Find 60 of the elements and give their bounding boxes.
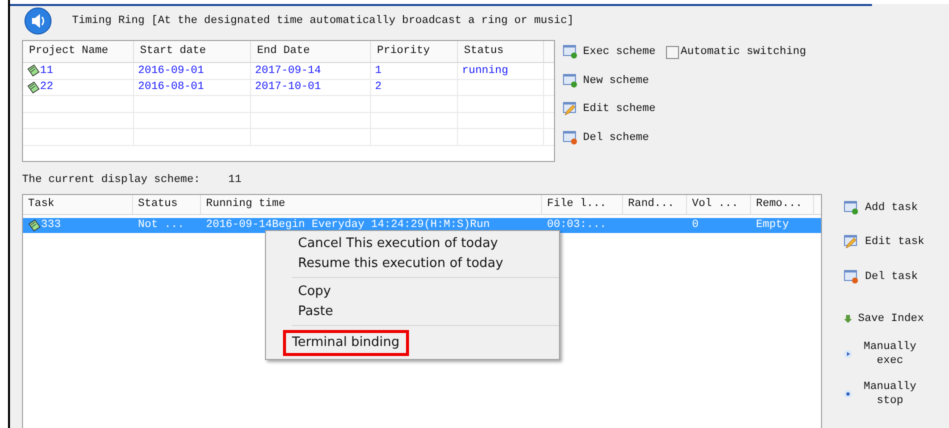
notepad-icon	[27, 80, 40, 94]
column-header[interactable]: Priority	[371, 41, 458, 62]
column-header[interactable]: End Date	[251, 41, 371, 62]
column-header[interactable]: Running time	[201, 194, 542, 214]
window-minus-icon	[563, 130, 578, 145]
menu-item[interactable]: Cancel This execution of today	[292, 234, 504, 254]
scheme-button[interactable]: Edit scheme	[563, 101, 656, 118]
table-cell-text: 2016-09-01	[138, 64, 204, 78]
column-header[interactable]: Status	[458, 41, 544, 62]
table-cell: 2016-09-14Begin Everyday 14:24:29(H:M:S)Run	[206, 218, 490, 232]
table-cell: 00:03:...	[547, 218, 606, 232]
table-cell-text: 1	[375, 64, 382, 78]
play-icon	[844, 350, 852, 358]
checkbox-label: Automatic switching	[680, 45, 806, 60]
column-header[interactable]: Task	[23, 194, 133, 214]
table-cell: Empty	[756, 218, 790, 232]
current-scheme-value: 11	[228, 173, 242, 188]
task-button[interactable]: Manually exec	[844, 340, 924, 368]
table-cell-text: running	[462, 64, 508, 78]
menu-item[interactable]: Copy	[292, 282, 337, 302]
column-header[interactable]: Project Name	[23, 41, 134, 62]
scheme-button[interactable]: New scheme	[563, 72, 650, 89]
checkbox[interactable]	[666, 46, 679, 59]
table-cell-text: 2016-08-01	[138, 80, 204, 95]
notepad-icon	[27, 64, 40, 78]
table-cell: Not ...	[138, 218, 184, 232]
window-title: Timing Ring [At the designated time automatically broadcast a ring or music]	[72, 14, 574, 29]
window-pencil-icon	[563, 102, 578, 116]
scheme-button[interactable]: Del scheme	[563, 130, 650, 146]
menu-item[interactable]: Terminal binding	[283, 330, 409, 356]
scheme-button[interactable]: Exec scheme	[563, 44, 656, 60]
window-pencil-icon	[844, 235, 859, 250]
column-header[interactable]: File l...	[542, 194, 623, 214]
table-cell-text: 2017-09-14	[255, 64, 322, 78]
menu-item[interactable]: Paste	[292, 302, 340, 322]
column-header[interactable]: Start date	[134, 41, 251, 62]
table-cell-text: 22	[40, 80, 54, 95]
window-plus-icon	[563, 74, 578, 88]
current-scheme-label: The current display scheme:	[22, 173, 200, 188]
column-header[interactable]: Remo...	[751, 194, 814, 214]
table-cell: 0	[692, 218, 699, 232]
table-cell: 333	[41, 218, 61, 232]
task-button[interactable]: Add task	[844, 200, 924, 216]
table-cell-text: 11	[40, 64, 54, 78]
window-minus-icon	[844, 270, 859, 284]
column-header[interactable]: Rand...	[623, 194, 687, 214]
menu-item[interactable]: Resume this execution of today	[292, 254, 510, 274]
task-button[interactable]: Edit task	[844, 234, 924, 250]
task-button[interactable]: Save Index	[844, 311, 924, 328]
down-arrow-icon	[844, 315, 852, 324]
stop-icon	[844, 390, 852, 398]
column-header[interactable]: Status	[133, 194, 201, 214]
speaker-icon	[24, 7, 52, 35]
window-plus-icon	[844, 200, 859, 215]
column-header[interactable]: Vol ...	[687, 194, 751, 214]
task-button[interactable]: Del task	[844, 268, 924, 285]
task-button[interactable]: Manually stop	[844, 380, 924, 408]
table-cell-text: 2	[375, 80, 382, 95]
notepad-icon	[28, 218, 41, 232]
table-cell-text: 2017-10-01	[255, 80, 322, 95]
